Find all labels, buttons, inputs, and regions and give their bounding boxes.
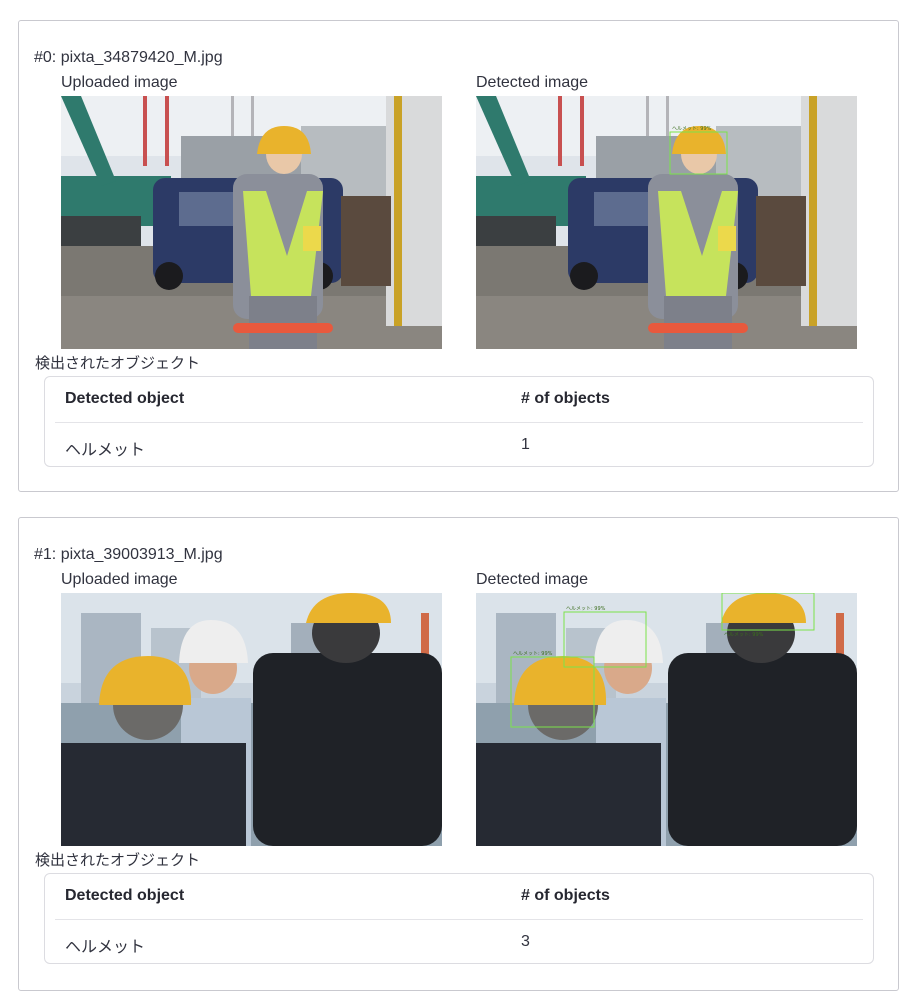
detected-image: ヘルメット: 99% ヘルメット: 99% ヘルメット: 99% xyxy=(476,593,857,846)
uploaded-image-label: Uploaded image xyxy=(61,74,178,91)
detection-label: ヘルメット: 99% xyxy=(724,632,764,638)
detected-objects-table: Detected object # of objects ヘルメット 1 xyxy=(44,376,874,467)
detection-label: ヘルメット: 99% xyxy=(513,651,553,657)
table-cell-count: 3 xyxy=(521,933,530,950)
detection-label: ヘルメット: 99% xyxy=(566,606,606,612)
table-divider xyxy=(55,422,863,423)
column-header-count: # of objects xyxy=(521,887,610,904)
result-card-0: #0: pixta_34879420_M.jpg Uploaded image … xyxy=(18,20,899,492)
result-title: #0: pixta_34879420_M.jpg xyxy=(34,49,223,66)
table-cell-object: ヘルメット xyxy=(65,939,146,956)
detected-image-label: Detected image xyxy=(476,74,589,91)
detected-image: ヘルメット: 99% xyxy=(476,96,857,349)
detected-image-label: Detected image xyxy=(476,571,589,588)
detected-objects-table: Detected object # of objects ヘルメット 3 xyxy=(44,873,874,964)
table-divider xyxy=(55,919,863,920)
detected-objects-heading: 検出されたオブジェクト xyxy=(35,355,201,372)
uploaded-image xyxy=(61,96,442,349)
table-cell-count: 1 xyxy=(521,436,530,453)
uploaded-image-label: Uploaded image xyxy=(61,571,178,588)
column-header-object: Detected object xyxy=(65,887,185,904)
result-title: #1: pixta_39003913_M.jpg xyxy=(34,546,223,563)
table-cell-object: ヘルメット xyxy=(65,442,146,459)
column-header-object: Detected object xyxy=(65,390,185,407)
detection-label: ヘルメット: 99% xyxy=(672,126,712,132)
uploaded-image xyxy=(61,593,442,846)
detected-objects-heading: 検出されたオブジェクト xyxy=(35,852,201,869)
column-header-count: # of objects xyxy=(521,390,610,407)
result-card-1: #1: pixta_39003913_M.jpg Uploaded image … xyxy=(18,517,899,991)
